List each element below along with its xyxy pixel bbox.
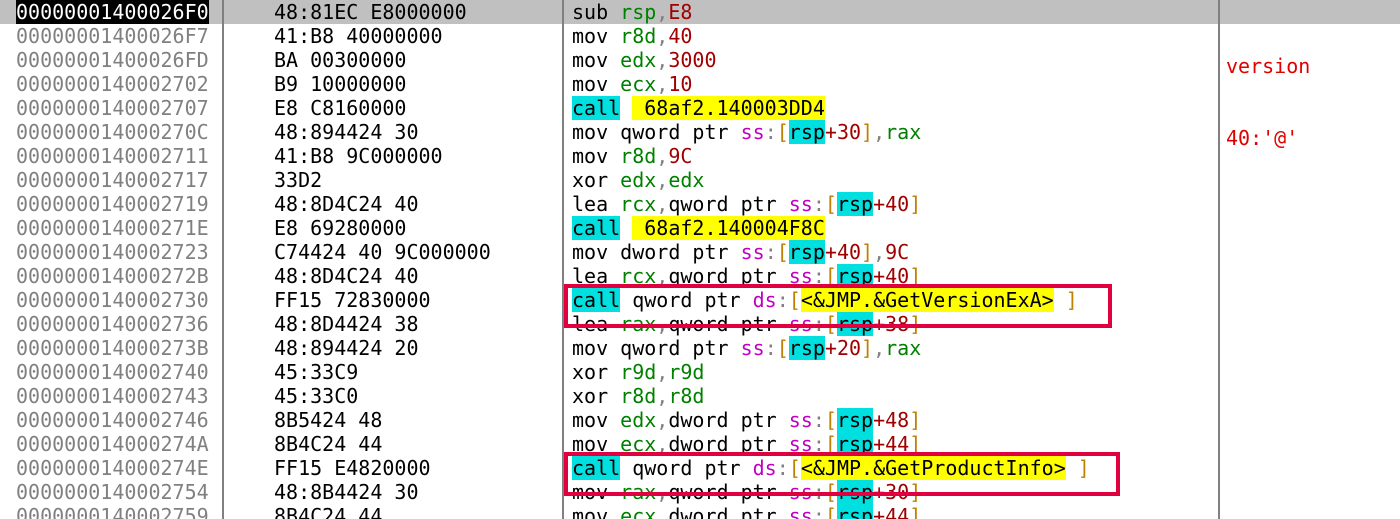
- bytes-cell[interactable]: 48:8D4C24 40: [222, 192, 562, 216]
- bytes-cell[interactable]: 8B4C24 44: [222, 504, 562, 519]
- disasm-cell[interactable]: lea rcx,qword ptr ss:[rsp+40]: [562, 264, 1400, 288]
- bytes-cell[interactable]: 48:8B4424 30: [222, 480, 562, 504]
- address-cell[interactable]: 000000014000272B: [0, 264, 222, 288]
- disasm-cell[interactable]: mov qword ptr ss:[rsp+20],rax: [562, 336, 1400, 360]
- address-cell[interactable]: 00000001400026F7: [0, 24, 222, 48]
- disasm-row[interactable]: 000000014000271948:8D4C24 40lea rcx,qwor…: [0, 192, 1400, 216]
- address-cell[interactable]: 0000000140002746: [0, 408, 222, 432]
- column-separator[interactable]: [222, 0, 224, 519]
- bytes-cell[interactable]: 48:8D4C24 40: [222, 264, 562, 288]
- address-cell[interactable]: 00000001400026FD: [0, 48, 222, 72]
- address-cell[interactable]: 0000000140002707: [0, 96, 222, 120]
- bytes-cell[interactable]: 48:894424 20: [222, 336, 562, 360]
- address-cell[interactable]: 0000000140002740: [0, 360, 222, 384]
- disasm-row[interactable]: 000000014000273648:8D4424 38lea rax,qwor…: [0, 312, 1400, 336]
- bytes-cell[interactable]: B9 10000000: [222, 72, 562, 96]
- disasm-row[interactable]: 000000014000274045:33C9xor r9d,r9d: [0, 360, 1400, 384]
- address-cell[interactable]: 0000000140002723: [0, 240, 222, 264]
- bytes-cell[interactable]: 8B4C24 44: [222, 432, 562, 456]
- column-separator[interactable]: [562, 0, 564, 519]
- disasm-cell[interactable]: xor r9d,r9d: [562, 360, 1400, 384]
- disasm-row[interactable]: 00000001400026FDBA 00300000mov edx,3000: [0, 48, 1400, 72]
- disasm-row[interactable]: 000000014000271141:B8 9C000000mov r8d,9C: [0, 144, 1400, 168]
- address-cell[interactable]: 0000000140002730: [0, 288, 222, 312]
- disasm-row[interactable]: 000000014000274A8B4C24 44mov ecx,dword p…: [0, 432, 1400, 456]
- disasm-cell[interactable]: xor r8d,r8d: [562, 384, 1400, 408]
- disasm-row[interactable]: 00000001400027468B5424 48mov edx,dword p…: [0, 408, 1400, 432]
- bytes-cell[interactable]: E8 69280000: [222, 216, 562, 240]
- bytes-cell[interactable]: 48:81EC E8000000: [222, 0, 562, 24]
- disasm-row[interactable]: 0000000140002707E8 C8160000call 68af2.14…: [0, 96, 1400, 120]
- bytes-cell[interactable]: FF15 72830000: [222, 288, 562, 312]
- bytes-cell[interactable]: 41:B8 40000000: [222, 24, 562, 48]
- address-cell[interactable]: 0000000140002754: [0, 480, 222, 504]
- bytes-cell[interactable]: 48:8D4424 38: [222, 312, 562, 336]
- disasm-row[interactable]: 00000001400026F048:81EC E8000000sub rsp,…: [0, 0, 1400, 24]
- comment-line: version: [1226, 54, 1310, 78]
- address-cell[interactable]: 000000014000274E: [0, 456, 222, 480]
- disasm-cell[interactable]: call qword ptr ds:[<&JMP.&GetVersionExA>…: [562, 288, 1400, 312]
- disasm-cell[interactable]: lea rax,qword ptr ss:[rsp+38]: [562, 312, 1400, 336]
- address-cell[interactable]: 0000000140002759: [0, 504, 222, 519]
- address-cell[interactable]: 0000000140002702: [0, 72, 222, 96]
- disasm-row[interactable]: 000000014000273B48:894424 20mov qword pt…: [0, 336, 1400, 360]
- disasm-cell[interactable]: mov ecx,dword ptr ss:[rsp+44]: [562, 432, 1400, 456]
- bytes-cell[interactable]: 33D2: [222, 168, 562, 192]
- disasm-row[interactable]: 000000014000274EFF15 E4820000call qword …: [0, 456, 1400, 480]
- address-cell[interactable]: 0000000140002717: [0, 168, 222, 192]
- disasm-row[interactable]: 000000014000270C48:894424 30mov qword pt…: [0, 120, 1400, 144]
- bytes-cell[interactable]: 45:33C9: [222, 360, 562, 384]
- disasm-row[interactable]: 000000014000272B48:8D4C24 40lea rcx,qwor…: [0, 264, 1400, 288]
- disasm-row[interactable]: 0000000140002702B9 10000000mov ecx,10: [0, 72, 1400, 96]
- disasm-row[interactable]: 00000001400027598B4C24 44mov ecx,dword p…: [0, 504, 1400, 519]
- address-cell[interactable]: 0000000140002711: [0, 144, 222, 168]
- address-cell[interactable]: 0000000140002719: [0, 192, 222, 216]
- disasm-row[interactable]: 000000014000271733D2xor edx,edx: [0, 168, 1400, 192]
- disasm-cell[interactable]: call qword ptr ds:[<&JMP.&GetProductInfo…: [562, 456, 1400, 480]
- disasm-cell[interactable]: mov edx,dword ptr ss:[rsp+48]: [562, 408, 1400, 432]
- disassembly-view: { "comment": {"line1":"version","line2":…: [0, 0, 1400, 519]
- address-cell[interactable]: 000000014000271E: [0, 216, 222, 240]
- bytes-cell[interactable]: C74424 40 9C000000: [222, 240, 562, 264]
- disasm-cell[interactable]: call 68af2.140004F8C: [562, 216, 1400, 240]
- bytes-cell[interactable]: 45:33C0: [222, 384, 562, 408]
- bytes-cell[interactable]: BA 00300000: [222, 48, 562, 72]
- bytes-cell[interactable]: FF15 E4820000: [222, 456, 562, 480]
- disasm-cell[interactable]: mov dword ptr ss:[rsp+40],9C: [562, 240, 1400, 264]
- address-cell[interactable]: 00000001400026F0: [0, 0, 222, 24]
- address-cell[interactable]: 0000000140002743: [0, 384, 222, 408]
- comment-panel: version 40:'@': [1226, 6, 1310, 174]
- disasm-cell[interactable]: mov ecx,dword ptr ss:[rsp+44]: [562, 504, 1400, 519]
- bytes-cell[interactable]: 48:894424 30: [222, 120, 562, 144]
- disasm-rows[interactable]: 00000001400026F048:81EC E8000000sub rsp,…: [0, 0, 1400, 519]
- disasm-row[interactable]: 0000000140002730FF15 72830000call qword …: [0, 288, 1400, 312]
- disasm-row[interactable]: 000000014000274345:33C0xor r8d,r8d: [0, 384, 1400, 408]
- disasm-row[interactable]: 00000001400026F741:B8 40000000mov r8d,40: [0, 24, 1400, 48]
- disasm-row[interactable]: 000000014000271EE8 69280000call 68af2.14…: [0, 216, 1400, 240]
- comment-line: 40:'@': [1226, 126, 1310, 150]
- address-cell[interactable]: 0000000140002736: [0, 312, 222, 336]
- bytes-cell[interactable]: 41:B8 9C000000: [222, 144, 562, 168]
- bytes-cell[interactable]: 8B5424 48: [222, 408, 562, 432]
- address-cell[interactable]: 000000014000270C: [0, 120, 222, 144]
- address-cell[interactable]: 000000014000274A: [0, 432, 222, 456]
- disasm-cell[interactable]: mov rax,qword ptr ss:[rsp+30]: [562, 480, 1400, 504]
- address-cell[interactable]: 000000014000273B: [0, 336, 222, 360]
- column-separator[interactable]: [1218, 0, 1220, 519]
- disasm-row[interactable]: 0000000140002723C74424 40 9C000000mov dw…: [0, 240, 1400, 264]
- bytes-cell[interactable]: E8 C8160000: [222, 96, 562, 120]
- disasm-row[interactable]: 000000014000275448:8B4424 30mov rax,qwor…: [0, 480, 1400, 504]
- disasm-cell[interactable]: lea rcx,qword ptr ss:[rsp+40]: [562, 192, 1400, 216]
